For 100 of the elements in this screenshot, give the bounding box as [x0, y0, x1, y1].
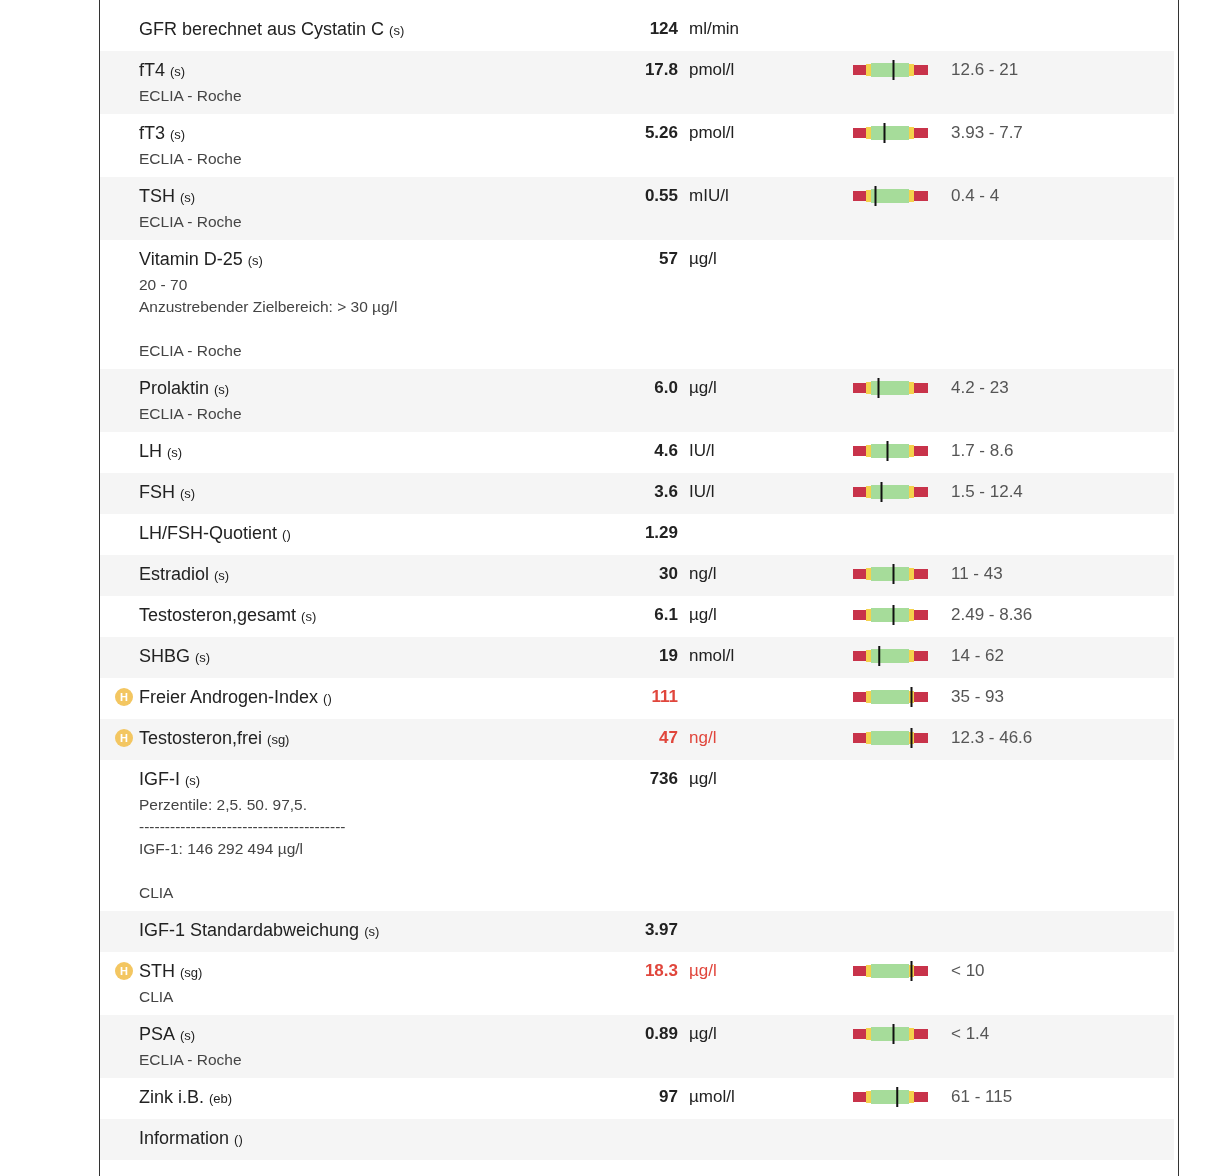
result-value: 97	[658, 1086, 678, 1108]
result-unit: µg/l	[689, 1023, 718, 1045]
source-code: (sg)	[267, 732, 290, 747]
result-unit: µg/l	[689, 248, 718, 270]
result-unit: µmol/l	[689, 1086, 736, 1108]
reference-range: 12.6 - 21	[951, 59, 1020, 81]
source-code: (sg)	[180, 965, 203, 980]
reference-range: < 1.4	[951, 1023, 991, 1045]
test-name: Vitamin D-25	[139, 249, 243, 269]
source-code: (s)	[214, 568, 230, 583]
test-name: TSH	[139, 186, 175, 206]
result-unit: ml/min	[689, 18, 741, 40]
test-name: LH/FSH-Quotient	[139, 523, 278, 543]
result-value: 5.26	[643, 122, 678, 144]
test-name: Information	[139, 1128, 230, 1148]
note-text: Perzentile: 2,5. 50. 97,5.	[139, 795, 309, 815]
high-flag-badge: H	[115, 962, 133, 980]
result-value: 18.3	[643, 960, 678, 982]
result-unit: µg/l	[689, 768, 718, 790]
note-text: ----------------------------------------	[139, 817, 347, 837]
source-code: (s)	[195, 650, 211, 665]
source-code: (s)	[180, 486, 196, 501]
result-value: 6.1	[653, 604, 678, 626]
reference-range: 3.93 - 7.7	[951, 122, 1024, 144]
source-code: (s)	[167, 445, 183, 460]
source-code: (s)	[301, 609, 317, 624]
result-value: 1.29	[643, 522, 678, 544]
result-unit: µg/l	[689, 960, 718, 982]
test-name: fT4	[139, 60, 165, 80]
reference-range: 0.4 - 4	[951, 185, 1001, 207]
source-code: (s)	[247, 253, 263, 268]
result-value: 6.0	[653, 377, 678, 399]
source-code: ()	[323, 691, 332, 706]
source-code: (s)	[180, 190, 196, 205]
method-text: CLIA	[139, 883, 175, 903]
test-name: GFR berechnet aus Cystatin C	[139, 19, 385, 39]
source-code: (s)	[170, 64, 186, 79]
result-value: 4.6	[653, 440, 678, 462]
test-name: FSH	[139, 482, 175, 502]
high-flag-badge: H	[115, 688, 133, 706]
result-value: 3.6	[653, 481, 678, 503]
source-code: ()	[282, 527, 291, 542]
test-name: Zink i.B.	[139, 1087, 204, 1107]
result-unit: nmol/l	[689, 645, 736, 667]
source-code: (s)	[170, 127, 186, 142]
test-name: IGF-I	[139, 769, 180, 789]
result-value: 57	[658, 248, 678, 270]
test-name: PSA	[139, 1024, 176, 1044]
source-code: ()	[234, 1132, 243, 1147]
result-value: 111	[650, 686, 678, 708]
test-name: IGF-1 Standardabweichung	[139, 920, 360, 940]
note-text: 20 - 70	[139, 275, 189, 295]
source-code: (s)	[185, 773, 201, 788]
result-unit: µg/l	[689, 604, 718, 626]
result-unit: pmol/l	[689, 122, 736, 144]
reference-range: 1.7 - 8.6	[951, 440, 1015, 462]
method-text: ECLIA - Roche	[139, 341, 243, 361]
result-unit: ng/l	[689, 563, 718, 585]
result-value: 736	[648, 768, 678, 790]
note-text: Anzustrebender Zielbereich: > 30 µg/l	[139, 297, 399, 317]
reference-range: 4.2 - 23	[951, 377, 1010, 399]
reference-range: 1.5 - 12.4	[951, 481, 1024, 503]
source-code: (s)	[214, 382, 230, 397]
result-value: 19	[658, 645, 678, 667]
method-text: CLIA	[139, 987, 175, 1007]
test-name: Testosteron,gesamt	[139, 605, 297, 625]
result-unit: ng/l	[689, 727, 718, 749]
method-text: ECLIA - Roche	[139, 149, 243, 169]
result-value: 0.89	[643, 1023, 678, 1045]
result-value: 17.8	[643, 59, 678, 81]
reference-range: 61 - 115	[951, 1086, 1014, 1108]
result-value: 124	[648, 18, 678, 40]
note-text: IGF-1: 146 292 494 µg/l	[139, 839, 305, 859]
result-value: 0.55	[643, 185, 678, 207]
test-name: Estradiol	[139, 564, 210, 584]
reference-range: 12.3 - 46.6	[951, 727, 1034, 749]
result-unit: IU/l	[689, 440, 716, 462]
reference-range: < 10	[951, 960, 986, 982]
source-code: (s)	[180, 1028, 196, 1043]
source-code: (s)	[364, 924, 380, 939]
test-name: LH	[139, 441, 162, 461]
test-name: Freier Androgen-Index	[139, 687, 319, 707]
test-name: STH	[139, 961, 175, 981]
result-value: 30	[658, 563, 678, 585]
reference-range: 14 - 62	[951, 645, 1005, 667]
result-value: 47	[658, 727, 678, 749]
test-name: Prolaktin	[139, 378, 210, 398]
test-name: SHBG	[139, 646, 190, 666]
method-text: ECLIA - Roche	[139, 86, 243, 106]
method-text: ECLIA - Roche	[139, 404, 243, 424]
source-code: (eb)	[209, 1091, 233, 1106]
result-unit: IU/l	[689, 481, 716, 503]
reference-range: 35 - 93	[951, 686, 1005, 708]
reference-range: 11 - 43	[951, 563, 1004, 585]
source-code: (s)	[389, 23, 405, 38]
method-text: ECLIA - Roche	[139, 1050, 243, 1070]
reference-range: 2.49 - 8.36	[951, 604, 1034, 626]
result-unit: pmol/l	[689, 59, 736, 81]
result-unit: mIU/l	[689, 185, 730, 207]
test-name: Testosteron,frei	[139, 728, 263, 748]
